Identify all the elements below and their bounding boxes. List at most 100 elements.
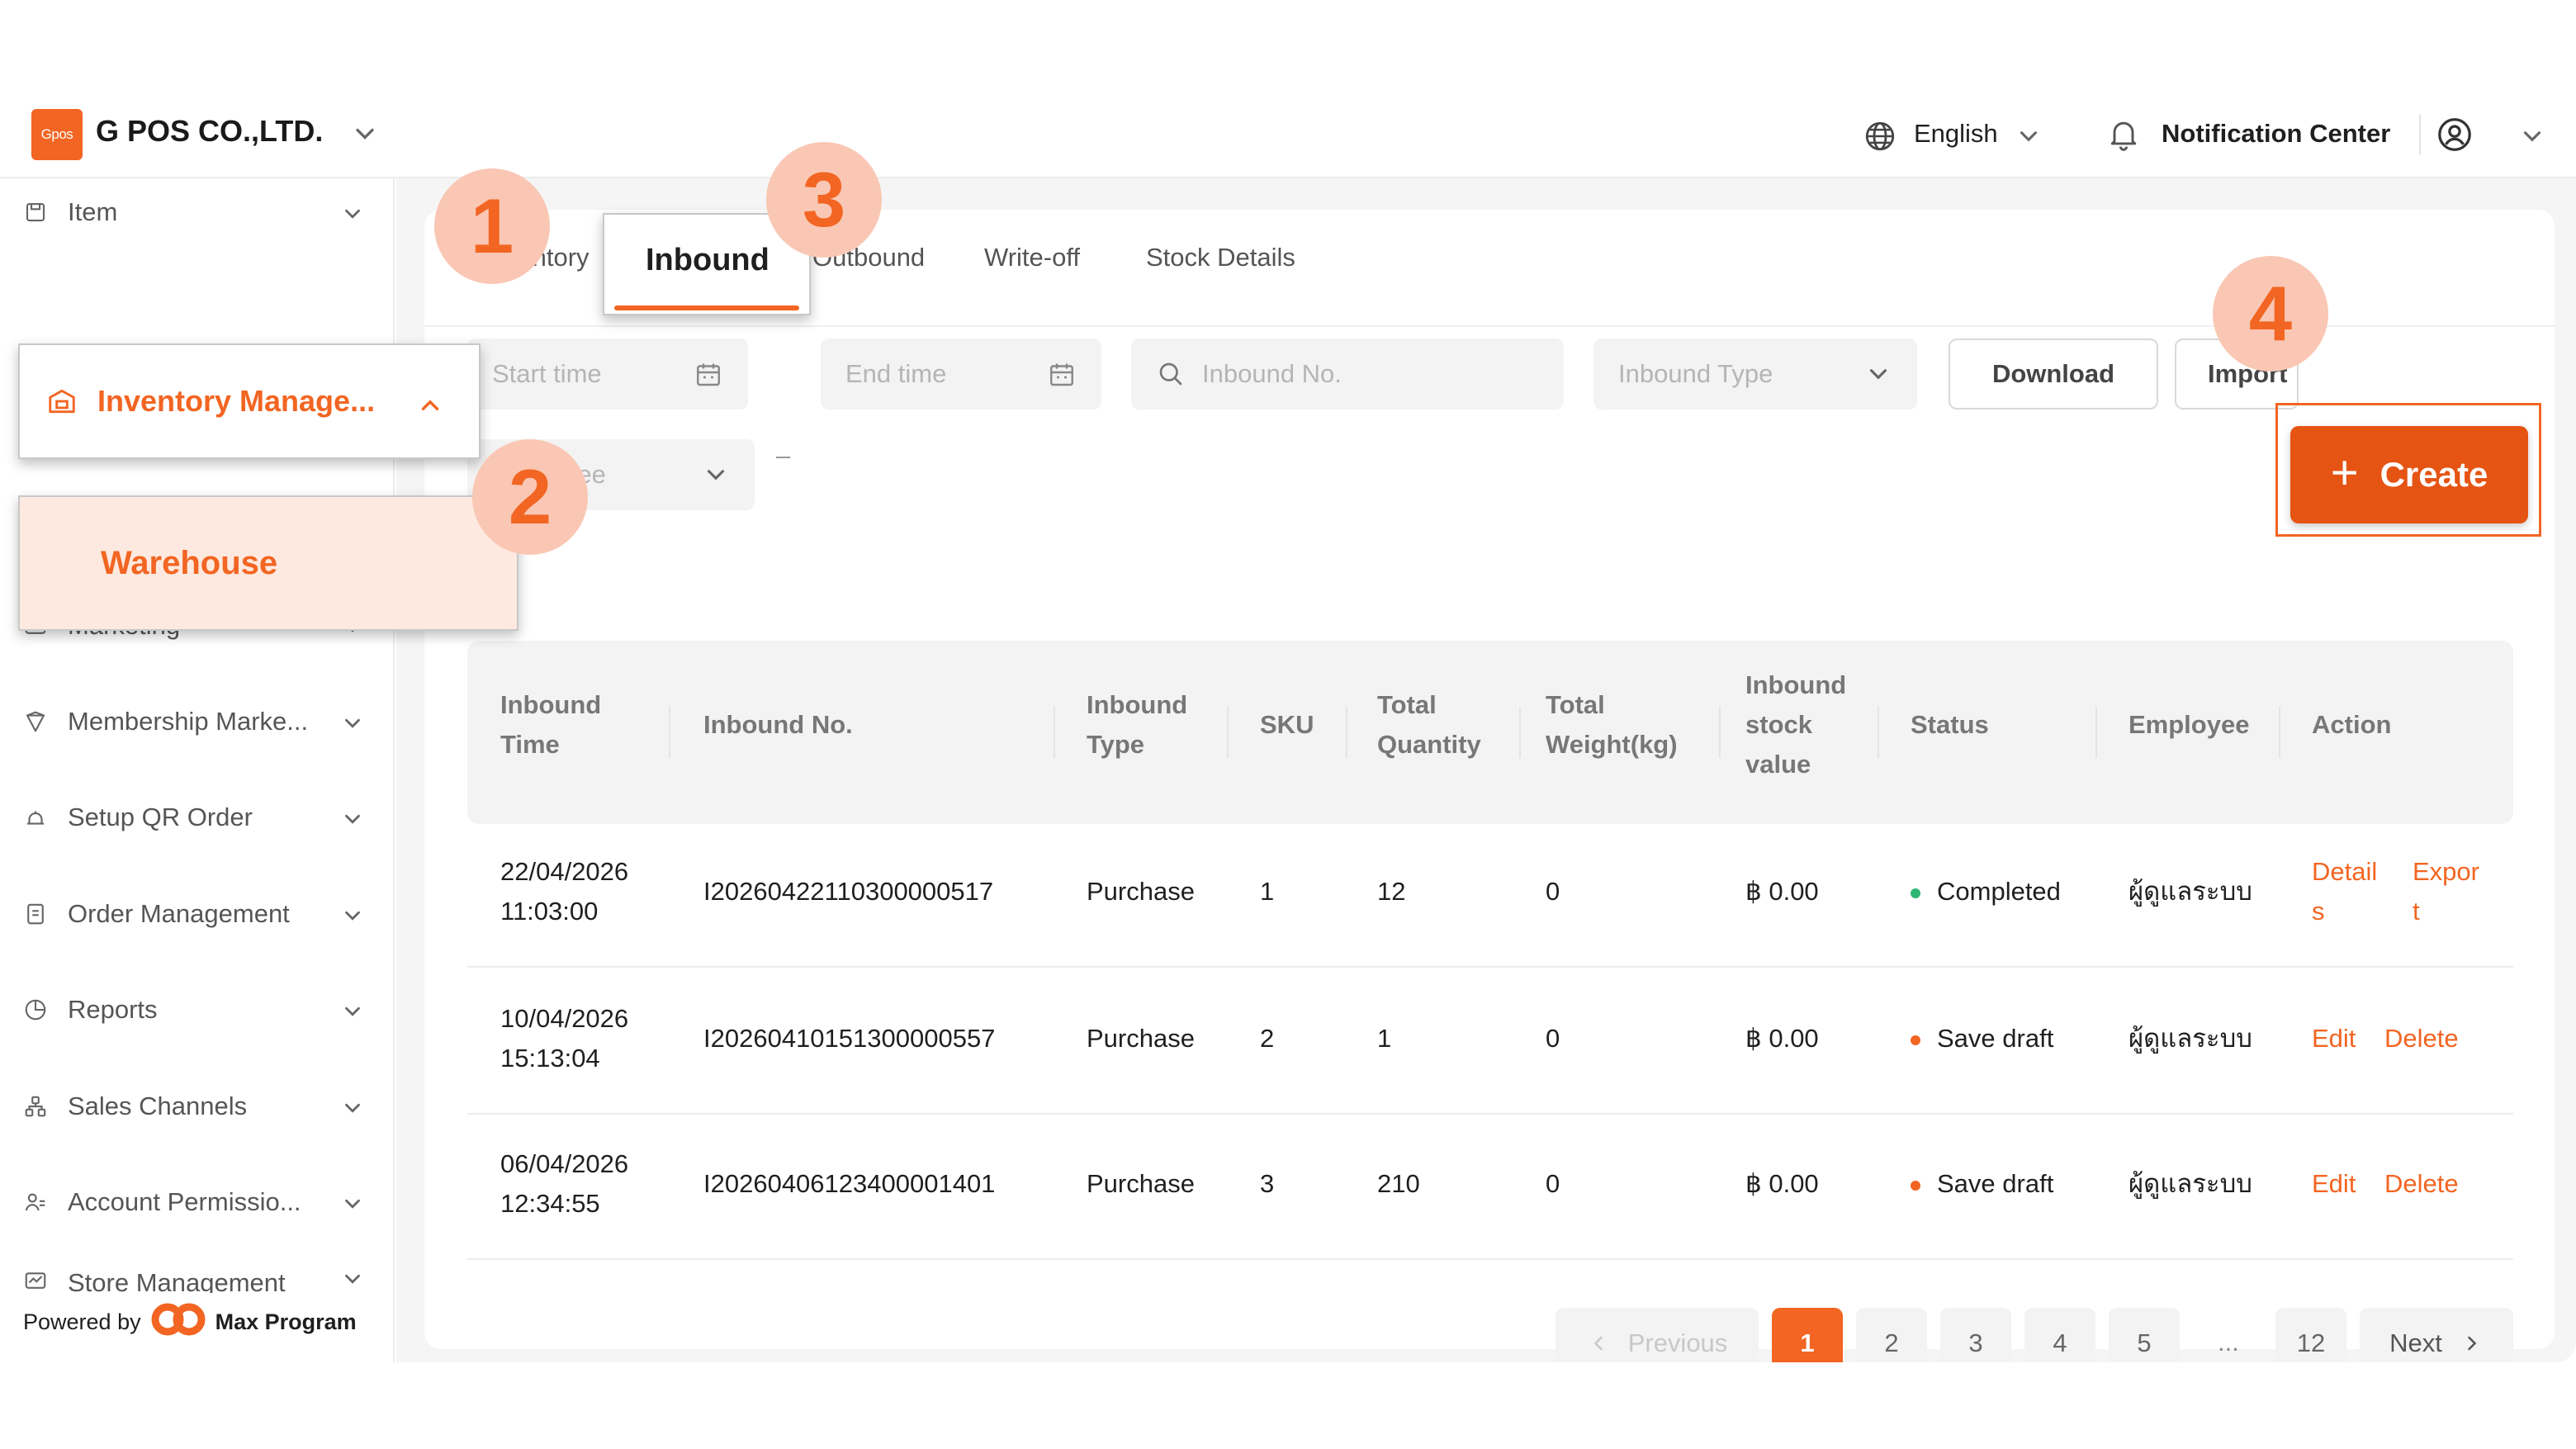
download-button[interactable]: Download bbox=[1949, 339, 2158, 410]
cell-employee: ผู้ดูแลระบบ bbox=[2129, 877, 2252, 906]
date-range-separator: – bbox=[776, 441, 791, 470]
membership-icon bbox=[23, 709, 48, 734]
cell-inbound-type: Purchase bbox=[1087, 1024, 1195, 1053]
page-button-5[interactable]: 5 bbox=[2109, 1308, 2180, 1362]
sidebar-subitem-label: Warehouse bbox=[101, 545, 278, 581]
chevron-down-icon bbox=[340, 999, 365, 1030]
sidebar-item-inventory-management[interactable]: Inventory Manage... bbox=[18, 343, 481, 459]
pagination-ellipsis: ... bbox=[2218, 1328, 2239, 1357]
row-divider bbox=[467, 1113, 2513, 1115]
cell-sku: 3 bbox=[1260, 1169, 1275, 1198]
status-badge: Save draft bbox=[1911, 1164, 2053, 1204]
chevron-down-icon[interactable] bbox=[2015, 122, 2043, 154]
edit-link[interactable]: Edit bbox=[2312, 1164, 2356, 1204]
user-avatar-icon[interactable] bbox=[2436, 116, 2474, 158]
inbound-no-placeholder: Inbound No. bbox=[1202, 359, 1342, 388]
tab-write-off[interactable]: Write-off bbox=[984, 243, 1080, 272]
top-bar: Gpos G POS CO.,LTD. English Notification… bbox=[0, 99, 2576, 178]
column-separator bbox=[1519, 707, 1521, 758]
item-icon bbox=[23, 200, 48, 225]
column-separator bbox=[669, 707, 670, 758]
inventory-icon bbox=[46, 386, 78, 417]
inbound-no-search-input[interactable]: Inbound No. bbox=[1131, 339, 1564, 410]
create-button[interactable]: + Create bbox=[2290, 426, 2528, 523]
column-separator bbox=[1719, 707, 1721, 758]
sidebar-item-store-management[interactable]: Store Management bbox=[0, 1260, 395, 1293]
chevron-down-icon bbox=[340, 807, 365, 838]
delete-link[interactable]: Delete bbox=[2384, 1019, 2459, 1058]
bell-icon[interactable] bbox=[2105, 116, 2142, 156]
header-total-quantity: Total Quantity bbox=[1377, 690, 1481, 759]
page-button-12[interactable]: 12 bbox=[2275, 1308, 2346, 1362]
cell-stock-value: ฿ 0.00 bbox=[1745, 1024, 1819, 1053]
chevron-up-icon bbox=[416, 391, 444, 424]
active-tab-indicator bbox=[614, 305, 799, 310]
column-separator bbox=[2279, 707, 2280, 758]
tab-stock-details[interactable]: Stock Details bbox=[1146, 243, 1295, 272]
inbound-type-placeholder: Inbound Type bbox=[1618, 359, 1773, 388]
previous-page-button[interactable]: Previous bbox=[1556, 1308, 1759, 1362]
chevron-down-icon bbox=[340, 1267, 365, 1293]
powered-by: Powered by Max Program bbox=[23, 1301, 357, 1343]
cell-total-weight: 0 bbox=[1546, 1169, 1560, 1198]
details-link[interactable]: Detail s bbox=[2312, 852, 2377, 931]
chevron-down-icon bbox=[340, 201, 365, 233]
edit-link[interactable]: Edit bbox=[2312, 1019, 2356, 1058]
step-badge-4: 4 bbox=[2213, 256, 2328, 372]
header-inbound-type: Inbound Type bbox=[1087, 690, 1188, 759]
column-separator bbox=[1346, 707, 1347, 758]
end-time-input[interactable]: End time bbox=[821, 339, 1101, 410]
sidebar-item-sales-channels[interactable]: Sales Channels bbox=[0, 1077, 395, 1135]
divider bbox=[2419, 114, 2421, 155]
cell-inbound-type: Purchase bbox=[1087, 1169, 1195, 1198]
start-time-input[interactable]: Start time bbox=[467, 339, 748, 410]
status-dot bbox=[1911, 888, 1920, 898]
delete-link[interactable]: Delete bbox=[2384, 1164, 2459, 1204]
inbound-type-select[interactable]: Inbound Type bbox=[1593, 339, 1917, 410]
page-button-1[interactable]: 1 bbox=[1772, 1308, 1843, 1362]
cell-total-weight: 0 bbox=[1546, 1024, 1560, 1053]
chevron-down-icon bbox=[702, 461, 730, 495]
globe-icon[interactable] bbox=[1863, 119, 1897, 158]
page-button-2[interactable]: 2 bbox=[1856, 1308, 1927, 1362]
export-link[interactable]: Expor t bbox=[2413, 852, 2479, 931]
chevron-left-icon bbox=[1587, 1332, 1610, 1355]
language-selector[interactable]: English bbox=[1914, 119, 1998, 149]
chevron-down-icon[interactable] bbox=[2518, 122, 2546, 154]
powered-by-label: Powered by bbox=[23, 1309, 141, 1334]
step-badge-2: 2 bbox=[472, 439, 588, 555]
cell-total-weight: 0 bbox=[1546, 877, 1560, 906]
cell-sku: 2 bbox=[1260, 1024, 1275, 1053]
sidebar-subitem-warehouse[interactable]: Warehouse bbox=[18, 495, 519, 631]
column-separator bbox=[2095, 707, 2097, 758]
company-name[interactable]: G POS CO.,LTD. bbox=[96, 114, 323, 149]
max-program-logo-icon bbox=[149, 1301, 207, 1343]
chevron-down-icon bbox=[340, 711, 365, 742]
sidebar-item-label: Inventory Manage... bbox=[97, 384, 376, 418]
page-button-3[interactable]: 3 bbox=[1940, 1308, 2011, 1362]
cell-employee: ผู้ดูแลระบบ bbox=[2129, 1024, 2252, 1053]
end-time-placeholder: End time bbox=[845, 359, 947, 388]
status-dot bbox=[1911, 1035, 1920, 1045]
sidebar-item-reports[interactable]: Reports bbox=[0, 981, 395, 1039]
next-page-button[interactable]: Next bbox=[2360, 1308, 2513, 1362]
cell-inbound-type: Purchase bbox=[1087, 877, 1195, 906]
sidebar-item-item[interactable]: Item bbox=[0, 183, 395, 241]
cell-inbound-time: 22/04/2026 11:03:00 bbox=[500, 857, 629, 926]
cell-inbound-time: 06/04/2026 12:34:55 bbox=[500, 1149, 629, 1218]
sidebar-item-account-permissions[interactable]: Account Permissio... bbox=[0, 1173, 395, 1231]
cell-total-quantity: 12 bbox=[1377, 877, 1406, 906]
calendar-icon bbox=[1047, 360, 1077, 396]
chevron-down-icon bbox=[1864, 360, 1892, 395]
page-button-4[interactable]: 4 bbox=[2024, 1308, 2095, 1362]
powered-by-brand: Max Program bbox=[215, 1309, 357, 1334]
chevron-down-icon bbox=[340, 903, 365, 935]
notification-center-link[interactable]: Notification Center bbox=[2162, 119, 2390, 149]
chevron-down-icon bbox=[340, 1191, 365, 1223]
sidebar-item-setup-qr-order[interactable]: Setup QR Order bbox=[0, 788, 395, 846]
chevron-down-icon[interactable] bbox=[350, 119, 380, 153]
sidebar-item-membership[interactable]: Membership Marke... bbox=[0, 693, 395, 751]
column-separator bbox=[1227, 707, 1229, 758]
sidebar-item-order-management[interactable]: Order Management bbox=[0, 885, 395, 943]
sales-channels-icon bbox=[23, 1094, 48, 1119]
